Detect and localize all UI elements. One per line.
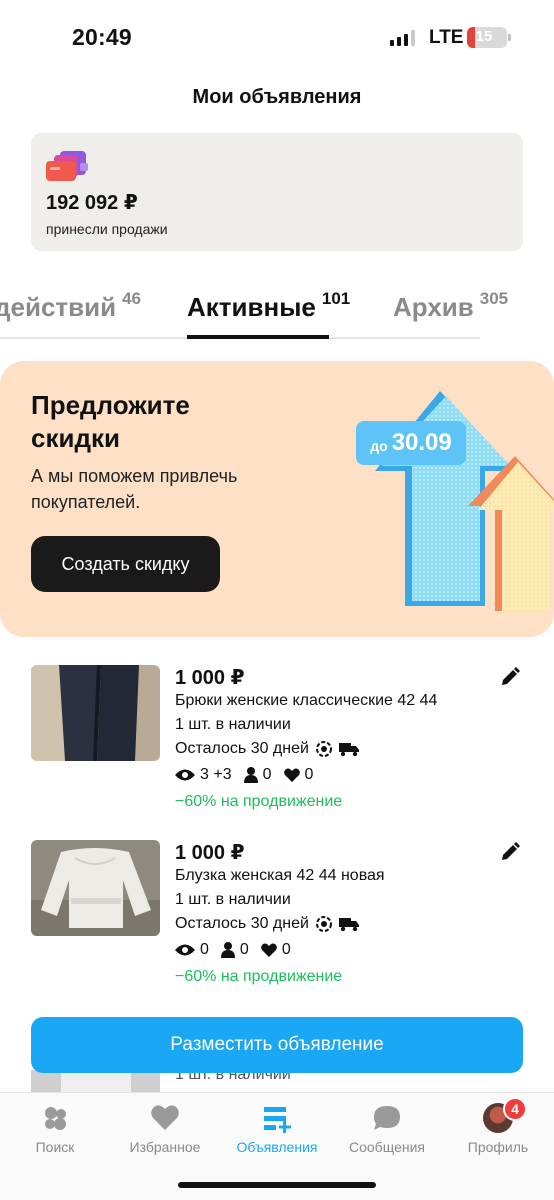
tab-count: 305: [479, 289, 509, 308]
views-count: 3 +3: [200, 766, 232, 783]
tab-count: 101: [321, 289, 351, 308]
listing-days-left: Осталось 30 дней: [175, 740, 359, 758]
listing-stats: 3 +3 0 0: [175, 766, 325, 784]
earnings-amount: 192 092 ₽: [46, 192, 138, 214]
promo-text: А мы поможем привлечь покупателей.: [31, 466, 238, 512]
contacts-stat: 0: [220, 941, 249, 959]
deadline-badge: до 30.09: [356, 421, 466, 465]
nav-label: Профиль: [467, 1139, 529, 1155]
auto-renew-icon: [315, 916, 332, 932]
listing-stock: 1 шт. в наличии: [175, 891, 291, 908]
avatar: 4: [483, 1097, 527, 1133]
wallet-icon: [46, 151, 88, 181]
nav-label: Избранное: [129, 1139, 201, 1155]
promotion-discount[interactable]: −60% на продвижение: [175, 793, 342, 811]
listing-tabs: действий 46 Активные 101 Архив 305: [0, 282, 554, 342]
nav-profile[interactable]: 4 Профиль: [443, 1097, 553, 1155]
edit-icon[interactable]: [500, 842, 520, 862]
listing-title: Блузка женская 42 44 новая: [175, 867, 385, 884]
nav-label: Объявления: [236, 1139, 318, 1155]
nav-label: Сообщения: [349, 1139, 425, 1155]
notification-badge: 4: [503, 1097, 527, 1121]
favorites-count: 0: [304, 766, 314, 783]
listing-stock: 1 шт. в наличии: [175, 716, 291, 733]
nav-favorites[interactable]: Избранное: [110, 1103, 220, 1155]
listing-title: Брюки женские классические 42 44: [175, 692, 438, 709]
tab-archive[interactable]: Архив 305: [393, 289, 509, 323]
tab-active[interactable]: Активные 101: [187, 289, 351, 323]
promo-title: Предложите скидки: [31, 390, 190, 453]
eye-icon: [175, 769, 195, 781]
battery-level: 15: [475, 28, 493, 45]
listing-price: 1 000 ₽: [175, 667, 245, 689]
favorites-count: 0: [281, 941, 291, 958]
home-indicator: [178, 1182, 376, 1188]
active-tab-indicator: [187, 335, 329, 339]
favorites-stat: 0: [260, 941, 291, 959]
tab-label: Активные: [187, 292, 316, 322]
battery-icon: 15: [467, 27, 511, 48]
badge-prefix: до: [370, 438, 388, 454]
listing-stats: 0 0 0: [175, 941, 303, 959]
promotion-discount[interactable]: −60% на продвижение: [175, 968, 342, 986]
nav-listings[interactable]: Объявления: [222, 1103, 332, 1155]
days-left-text: Осталось 30 дней: [175, 915, 309, 932]
tab-count: 46: [122, 289, 142, 308]
status-time: 20:49: [72, 24, 132, 50]
person-icon: [243, 767, 258, 783]
tab-label: действий: [0, 292, 117, 322]
views-stat: 0: [175, 941, 209, 959]
person-icon: [220, 942, 235, 958]
tab-inactive-actions[interactable]: действий 46: [0, 289, 142, 323]
search-icon: [45, 1107, 66, 1130]
favorites-stat: 0: [283, 766, 314, 784]
page-title: Мои объявления: [192, 86, 362, 108]
days-left-text: Осталось 30 дней: [175, 740, 309, 757]
chat-icon: [374, 1106, 400, 1130]
create-discount-button[interactable]: Создать скидку: [31, 536, 220, 592]
contacts-count: 0: [262, 766, 272, 783]
listing-photo-trousers: [31, 665, 160, 761]
listing-photo-partial: [31, 1070, 160, 1092]
contacts-stat: 0: [243, 766, 272, 784]
views-stat: 3 +3: [175, 766, 232, 784]
discount-promo-banner: Предложите скидки А мы поможем привлечь …: [0, 361, 554, 637]
nav-messages[interactable]: Сообщения: [332, 1103, 442, 1155]
views-count: 0: [200, 941, 209, 958]
edit-icon[interactable]: [500, 667, 520, 687]
status-bar: 20:49 LTE 15: [0, 0, 554, 76]
network-type: LTE: [429, 27, 464, 48]
post-listing-button[interactable]: Разместить объявление: [31, 1017, 523, 1073]
tab-label: Архив: [393, 292, 474, 322]
auto-renew-icon: [315, 741, 332, 757]
earnings-card[interactable]: 192 092 ₽ принесли продажи: [31, 133, 523, 251]
delivery-truck-icon: [338, 918, 359, 932]
contacts-count: 0: [239, 941, 249, 958]
nav-label: Поиск: [35, 1139, 75, 1155]
listing-price: 1 000 ₽: [175, 842, 245, 864]
signal-icon: [390, 30, 415, 46]
badge-date: 30.09: [391, 429, 452, 456]
listing-days-left: Осталось 30 дней: [175, 915, 359, 933]
heart-icon: [151, 1105, 179, 1130]
heart-icon: [260, 943, 277, 957]
earnings-caption: принесли продажи: [46, 221, 168, 237]
listing-card[interactable]: 1 000 ₽ Брюки женские классические 42 44…: [0, 665, 554, 830]
listing-card[interactable]: 1 000 ₽ Блузка женская 42 44 новая 1 шт.…: [0, 840, 554, 1005]
arrows-illustration: [375, 391, 554, 611]
heart-icon: [283, 768, 300, 782]
eye-icon: [175, 944, 195, 956]
listings-icon: [264, 1107, 291, 1133]
nav-search[interactable]: Поиск: [0, 1103, 110, 1155]
delivery-truck-icon: [338, 743, 359, 757]
listing-photo-blouse: [31, 840, 160, 936]
